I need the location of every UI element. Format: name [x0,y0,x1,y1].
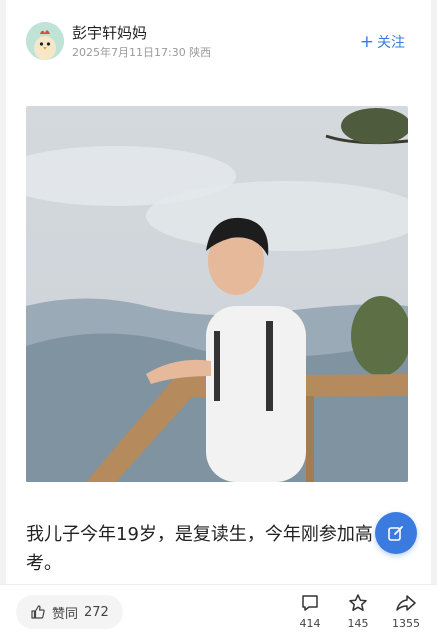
comment-count: 414 [299,617,321,630]
like-label: 赞同 [52,606,79,622]
favorite-button[interactable]: 145 [338,593,378,630]
author-avatar[interactable] [26,22,64,60]
author-name[interactable]: 彭宇轩妈妈 [72,22,147,43]
photo-illustration [26,108,408,482]
follow-label: 关注 [377,35,405,51]
post-meta: 2025年7月11日17:30 陕西 [72,46,212,59]
share-button[interactable]: 1355 [386,593,426,630]
share-count: 1355 [392,617,420,630]
comment-icon [302,595,318,611]
chick-avatar-icon [26,22,64,60]
star-icon [349,594,367,611]
like-count: 272 [84,604,109,620]
like-button[interactable]: 赞同 272 [16,595,123,629]
follow-button[interactable]: + 关注 [360,32,405,52]
edit-button[interactable] [375,512,417,554]
favorite-count: 145 [347,617,369,630]
comment-button[interactable]: 414 [290,593,330,630]
edit-icon [388,526,403,541]
post-photo[interactable] [26,106,408,482]
post-text: 我儿子今年19岁，是复读生，今年刚参加高考。 [26,524,373,574]
post-card: 彭宇轩妈妈 2025年7月11日17:30 陕西 + 关注 我儿子今年19岁，是… [6,0,431,639]
thumbs-up-icon [31,605,45,619]
plus-icon: + [359,32,374,52]
share-arrow-icon [396,595,416,611]
bottom-action-bar: 赞同 272 414 145 1355 [0,584,437,640]
